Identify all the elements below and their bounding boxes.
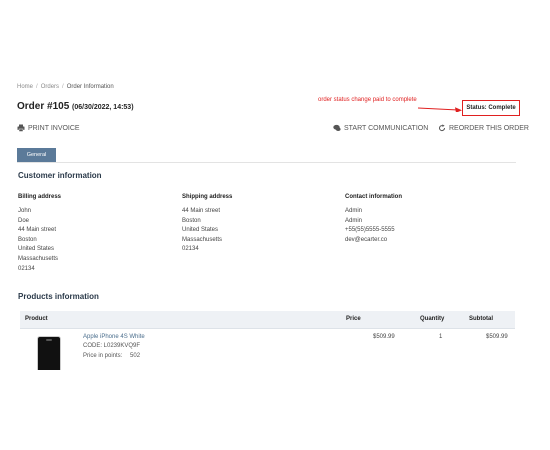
billing-line: 02134 [18, 265, 35, 272]
start-communication-button[interactable]: START COMMUNICATION [333, 124, 428, 132]
contact-line: Admin [345, 208, 363, 214]
status-badge: Status: Complete [462, 100, 520, 116]
products-table-header: Product Price Quantity Subtotal [20, 311, 515, 329]
billing-line: Boston [18, 236, 37, 243]
contact-info-heading: Contact information [345, 194, 402, 200]
contact-info: Admin Admin +55(55)5555-5555 dev@ecarter… [345, 207, 395, 245]
reorder-label: REORDER THIS ORDER [449, 124, 529, 132]
customer-info-heading: Customer information [18, 171, 102, 180]
points-value: 502 [130, 353, 141, 359]
contact-line: Admin [345, 217, 363, 224]
column-subtotal: Subtotal [469, 316, 493, 322]
column-quantity: Quantity [420, 316, 445, 322]
points-label: Price in points: [83, 353, 123, 359]
print-invoice-label: PRINT INVOICE [28, 124, 80, 132]
printer-icon [17, 124, 25, 132]
product-quantity: 1 [439, 334, 443, 340]
print-invoice-button[interactable]: PRINT INVOICE [17, 124, 80, 132]
start-communication-label: START COMMUNICATION [344, 124, 429, 132]
shipping-address-heading: Shipping address [182, 194, 233, 200]
billing-line: United States [18, 246, 55, 253]
product-name-link[interactable]: Apple iPhone 4S White [83, 334, 145, 340]
tab-bar: General [17, 148, 516, 163]
annotation-arrow [418, 107, 462, 112]
shipping-line: Boston [182, 217, 201, 224]
reorder-button[interactable]: REORDER THIS ORDER [438, 124, 529, 132]
billing-address-heading: Billing address [18, 194, 62, 200]
shipping-line: Massachusetts [182, 236, 223, 243]
shipping-line: 02134 [182, 246, 199, 253]
chat-icon [333, 124, 341, 131]
product-code: CODE: L0239KVQ9F [83, 343, 141, 349]
billing-line: 44 Main street [18, 227, 57, 234]
billing-line: Massachusetts [18, 255, 59, 262]
order-number: Order #105 [17, 101, 70, 112]
billing-line: Doe [18, 217, 30, 224]
column-price: Price [346, 316, 361, 322]
breadcrumb-separator: / [62, 84, 64, 90]
billing-line: John [18, 208, 32, 214]
contact-line: +55(55)5555-5555 [345, 227, 395, 234]
contact-line: dev@ecarter.co [345, 236, 388, 243]
product-points: Price in points: 502 [83, 353, 140, 359]
order-datetime: (06/30/2022, 14:53) [72, 104, 134, 111]
products-info-heading: Products information [18, 292, 99, 301]
breadcrumb-separator: / [36, 84, 38, 90]
page-title: Order #105 (06/30/2022, 14:53) [17, 101, 134, 112]
tab-general[interactable]: General [17, 148, 56, 162]
shipping-line: 44 Main street [182, 208, 221, 214]
refresh-icon [439, 124, 446, 132]
breadcrumb-home[interactable]: Home [17, 84, 33, 90]
breadcrumb-orders[interactable]: Orders [41, 84, 59, 90]
billing-address: John Doe 44 Main street Boston United St… [18, 207, 58, 274]
column-product: Product [25, 316, 48, 322]
breadcrumb-current: Order Information [66, 84, 114, 90]
breadcrumb: Home / Orders / Order Information [17, 84, 114, 90]
annotation-text: order status change paid to complete [318, 97, 417, 103]
product-subtotal: $509.99 [486, 334, 508, 340]
product-image[interactable] [37, 336, 61, 370]
table-row: Apple iPhone 4S White CODE: L0239KVQ9F P… [20, 328, 515, 370]
shipping-address: 44 Main street Boston United States Mass… [182, 207, 222, 255]
product-price: $509.99 [373, 334, 395, 340]
shipping-line: United States [182, 227, 219, 234]
